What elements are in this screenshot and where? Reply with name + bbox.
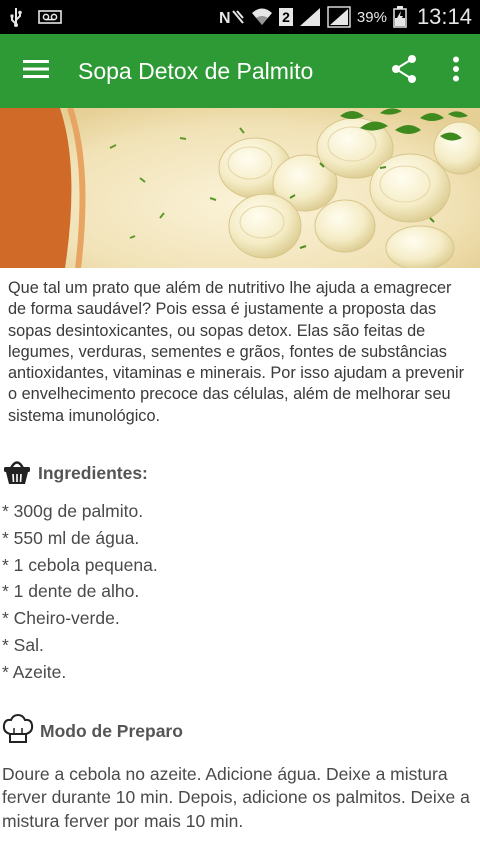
list-item: * Cheiro-verde. bbox=[2, 608, 120, 629]
sim-badge: 2 bbox=[279, 8, 293, 26]
ingredients-header: Ingredientes: bbox=[0, 457, 480, 490]
preparation-text: Doure a cebola no azeite. Adicione água.… bbox=[2, 763, 470, 831]
more-vert-icon bbox=[452, 56, 460, 87]
chef-hat-icon bbox=[2, 713, 34, 749]
menu-icon bbox=[23, 59, 49, 84]
battery-percent: 39% bbox=[356, 8, 387, 26]
preparation-title: Modo de Preparo bbox=[40, 720, 183, 741]
ingredients-title: Ingredientes: bbox=[38, 463, 148, 484]
recipe-hero-image bbox=[0, 108, 480, 268]
recipe-intro: Que tal um prato que além de nutritivo l… bbox=[8, 279, 465, 425]
list-item: * 300g de palmito. bbox=[2, 501, 144, 522]
battery-charging-icon bbox=[393, 6, 407, 28]
page-title: Sopa Detox de Palmito bbox=[78, 57, 314, 84]
app-bar: Sopa Detox de Palmito bbox=[0, 34, 480, 108]
status-bar: N 2 39% 13:14 bbox=[0, 0, 480, 34]
share-button[interactable] bbox=[376, 34, 432, 108]
recipe-content: Que tal um prato que além de nutritivo l… bbox=[0, 268, 480, 833]
signal-icon-1 bbox=[299, 7, 321, 27]
clock: 13:14 bbox=[416, 4, 472, 29]
list-item: * 1 cebola pequena. bbox=[2, 554, 158, 575]
list-item: * Sal. bbox=[2, 635, 44, 656]
basket-icon bbox=[2, 457, 32, 490]
more-options-button[interactable] bbox=[432, 34, 480, 108]
preparation-header: Modo de Preparo bbox=[0, 713, 480, 749]
usb-icon bbox=[8, 7, 24, 27]
menu-button[interactable] bbox=[0, 34, 72, 108]
list-item: * Azeite. bbox=[2, 661, 67, 682]
ingredients-list: * 300g de palmito. * 550 ml de água. * 1… bbox=[0, 498, 480, 686]
wifi-icon bbox=[251, 7, 273, 27]
share-icon bbox=[389, 54, 419, 89]
list-item: * 550 ml de água. bbox=[2, 527, 140, 548]
signal-icon-2 bbox=[327, 6, 351, 28]
svg-text:N: N bbox=[219, 10, 231, 26]
voicemail-icon bbox=[38, 10, 62, 24]
list-item: * 1 dente de alho. bbox=[2, 581, 140, 602]
nfc-icon: N bbox=[219, 8, 245, 26]
